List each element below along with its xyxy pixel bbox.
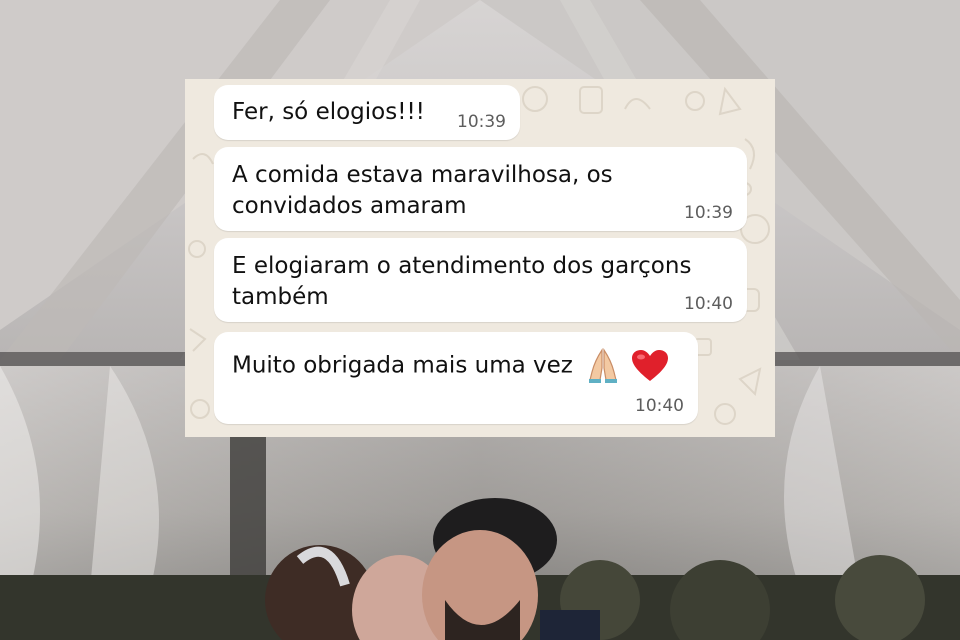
message-time: 10:39 (684, 203, 733, 223)
message-line: A comida estava maravilhosa, os (232, 162, 613, 188)
message-time: 10:40 (635, 396, 684, 416)
message-bubble[interactable]: E elogiaram o atendimento dos garçons ta… (214, 238, 747, 322)
message-line: também (232, 284, 329, 310)
message-text-row: Muito obrigada mais uma vez (232, 348, 669, 384)
message-text: E elogiaram o atendimento dos garçons ta… (232, 251, 691, 313)
message-text: Fer, só elogios!!! (232, 99, 425, 125)
message-bubble[interactable]: Fer, só elogios!!! 10:39 (214, 85, 520, 140)
red-heart-icon (632, 350, 669, 381)
message-text: A comida estava maravilhosa, os convidad… (232, 160, 613, 222)
message-line: E elogiaram o atendimento dos garçons (232, 253, 692, 279)
folded-hands-icon (589, 348, 618, 383)
chat-screenshot: Fer, só elogios!!! 10:39 A comida estava… (185, 79, 775, 437)
message-bubble[interactable]: A comida estava maravilhosa, os convidad… (214, 147, 747, 231)
message-time: 10:40 (684, 294, 733, 314)
message-text: Muito obrigada mais uma vez (232, 352, 573, 379)
message-line: convidados amaram (232, 193, 467, 219)
message-bubble[interactable]: Muito obrigada mais uma vez 10:40 (214, 332, 698, 424)
message-time: 10:39 (457, 112, 506, 132)
